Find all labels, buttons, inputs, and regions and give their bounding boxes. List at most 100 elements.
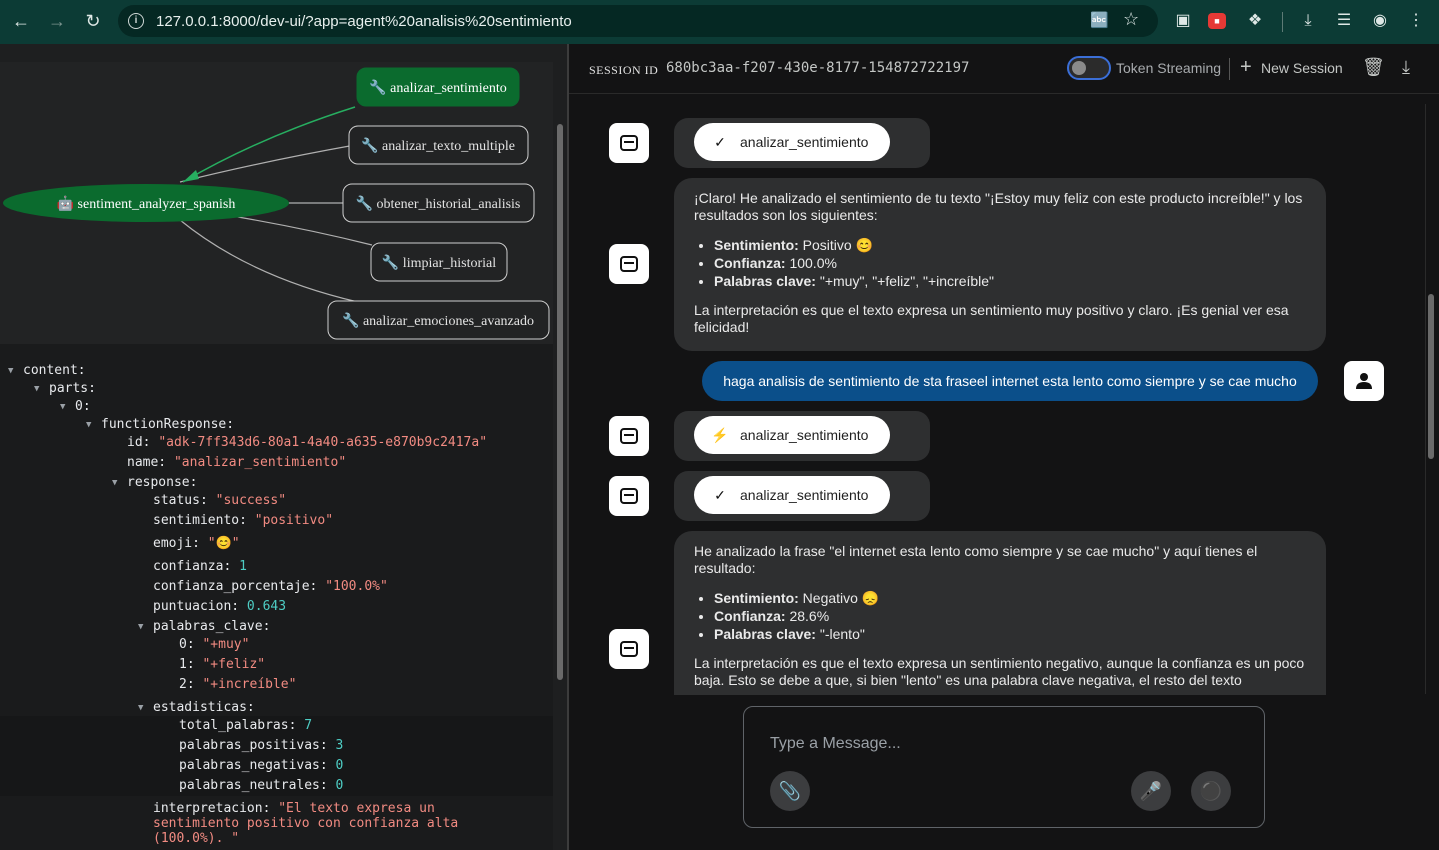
list-item-value: "+muy", "+feliz", "+increíble": [815, 273, 995, 289]
list-item-label: Sentimiento:: [714, 590, 799, 606]
collapse-arrow-icon[interactable]: ▼: [8, 366, 13, 376]
site-info-icon[interactable]: i: [128, 13, 144, 29]
user-avatar: [1344, 361, 1384, 401]
list-item-label: Palabras clave:: [714, 626, 816, 642]
token-streaming-toggle[interactable]: [1067, 56, 1111, 80]
trace-panel: 🤖 sentiment_analyzer_spanish 🔧 analizar_…: [0, 44, 568, 850]
tree-key: confianza:: [153, 559, 232, 574]
list-item-label: Confianza:: [714, 255, 786, 271]
tree-key: palabras_neutrales:: [179, 778, 328, 793]
tree-key: id:: [127, 435, 151, 450]
session-bar: SESSION ID 680bc3aa-f207-430e-8177-15487…: [569, 44, 1439, 94]
collapse-arrow-icon[interactable]: ▼: [86, 420, 91, 430]
list-item-label: Sentimiento:: [714, 237, 799, 253]
profile-icon[interactable]: ◉: [1369, 10, 1391, 32]
address-bar[interactable]: i 127.0.0.1:8000/dev-ui/?app=agent%20ana…: [118, 5, 1158, 37]
paperclip-icon: 📎: [778, 780, 802, 801]
tree-row: 2: "+increíble": [179, 677, 296, 693]
collapse-arrow-icon[interactable]: ▼: [138, 622, 143, 632]
tree-row: status: "success": [153, 493, 286, 509]
tree-value: 1: [239, 559, 247, 574]
function-call-chip[interactable]: ⚡ analizar_sentimiento: [694, 416, 890, 454]
tool-node-label: 🔧 analizar_emociones_avanzado: [342, 311, 534, 329]
tree-row: interpretacion: "El texto expresa un: [153, 801, 435, 816]
delete-icon[interactable]: 🗑: [1362, 57, 1385, 78]
bot-avatar: [609, 629, 649, 669]
new-session-button[interactable]: New Session: [1261, 60, 1343, 76]
tree-value-cont: (100.0%). ": [153, 831, 240, 846]
function-event: ⚡ analizar_sentimiento: [674, 411, 930, 461]
collapse-arrow-icon[interactable]: ▼: [138, 703, 143, 713]
check-icon: ✓: [714, 486, 726, 503]
tree-key: palabras_positivas:: [179, 738, 328, 753]
tree-value: 3: [335, 738, 344, 753]
session-id: 680bc3aa-f207-430e-8177-154872722197: [666, 60, 970, 76]
function-response-chip[interactable]: ✓ analizar_sentimiento: [694, 476, 890, 514]
download-icon[interactable]: ⤓: [1297, 10, 1319, 32]
tool-node-label: 🔧 analizar_sentimiento: [369, 78, 507, 96]
bot-message: He analizado la frase "el internet esta …: [674, 531, 1326, 695]
video-button[interactable]: ⚫: [1191, 771, 1231, 811]
tree-row: 0: "+muy": [179, 637, 249, 653]
function-event: ✓ analizar_sentimiento: [674, 471, 930, 521]
chat-scrollbar[interactable]: [1428, 294, 1434, 459]
microphone-button[interactable]: 🎤: [1131, 771, 1171, 811]
tree-row: palabras_neutrales: 0: [179, 778, 343, 794]
function-response-chip[interactable]: ✓ analizar_sentimiento: [694, 123, 890, 161]
camera-icon: ⚫: [1199, 780, 1223, 801]
list-item-value: 28.6%: [785, 608, 830, 624]
translate-icon[interactable]: 🔤: [1090, 11, 1109, 29]
tree-row: palabras_positivas: 3: [179, 738, 343, 754]
forward-icon[interactable]: →: [45, 9, 69, 33]
session-id-label: SESSION ID: [589, 63, 659, 77]
tree-value: "El texto expresa un: [278, 801, 435, 816]
attach-button[interactable]: 📎: [770, 771, 810, 811]
media-icon[interactable]: ☰: [1333, 10, 1355, 32]
token-streaming-label: Token Streaming: [1116, 60, 1222, 76]
tool-node-label: 🔧 analizar_texto_multiple: [361, 136, 515, 154]
list-item: Palabras clave: "-lento": [714, 625, 1306, 643]
tree-key: confianza_porcentaje:: [153, 579, 318, 594]
bolt-icon: ⚡: [711, 426, 729, 443]
scrollbar[interactable]: [557, 124, 563, 680]
message-text: He analizado la frase "el internet esta …: [694, 543, 1258, 576]
tree-value: "analizar_sentimiento": [173, 455, 347, 470]
result-list: Sentimiento: Positivo 😊 Confianza: 100.0…: [714, 236, 1306, 290]
tree-key: name:: [127, 455, 167, 470]
tree-value-cont: sentimiento positivo con confianza alta: [153, 816, 459, 831]
star-icon[interactable]: ☆: [1123, 9, 1139, 30]
person-icon: [1356, 373, 1372, 389]
extension-red-icon[interactable]: ■: [1208, 13, 1226, 29]
puzzle-icon[interactable]: ❖: [1244, 10, 1266, 32]
download-icon[interactable]: ⤓: [1402, 57, 1410, 78]
tree-row: puntuacion: 0.643: [153, 599, 286, 615]
tool-node-label: 🔧 limpiar_historial: [382, 253, 496, 271]
cast-icon[interactable]: ▣: [1172, 10, 1194, 32]
collapse-arrow-icon[interactable]: ▼: [34, 384, 39, 394]
bot-avatar: [609, 123, 649, 163]
collapse-arrow-icon[interactable]: ▼: [112, 478, 117, 488]
event-json-tree: ▼ content: ▼ parts: ▼ 0: ▼ functionRespo…: [0, 344, 553, 850]
tree-row: palabras_negativas: 0: [179, 758, 343, 774]
tree-row: confianza_porcentaje: "100.0%": [153, 579, 388, 595]
tree-key: interpretacion:: [153, 801, 271, 816]
list-item-value: Negativo 😞: [798, 590, 880, 606]
plus-icon[interactable]: +: [1240, 56, 1252, 79]
tree-row: emoji: "😊": [153, 536, 240, 552]
robot-icon: [620, 428, 638, 444]
menu-icon[interactable]: ⋮: [1405, 10, 1427, 32]
url-text: 127.0.0.1:8000/dev-ui/?app=agent%20anali…: [156, 12, 572, 30]
message-input[interactable]: Type a Message...: [770, 735, 901, 753]
function-name: analizar_sentimiento: [740, 487, 869, 503]
back-icon[interactable]: ←: [9, 9, 33, 33]
list-item: Palabras clave: "+muy", "+feliz", "+incr…: [714, 272, 1306, 290]
collapse-arrow-icon[interactable]: ▼: [60, 402, 65, 412]
tree-key: palabras_negativas:: [179, 758, 328, 773]
browser-toolbar: ← → ↻ i 127.0.0.1:8000/dev-ui/?app=agent…: [0, 0, 1439, 44]
tree-key: 0:: [179, 637, 195, 652]
reload-icon[interactable]: ↻: [81, 9, 105, 33]
tree-key: total_palabras:: [179, 718, 297, 733]
robot-icon: [620, 135, 638, 151]
list-item-label: Palabras clave:: [714, 273, 816, 289]
list-item-value: Positivo 😊: [798, 237, 874, 253]
